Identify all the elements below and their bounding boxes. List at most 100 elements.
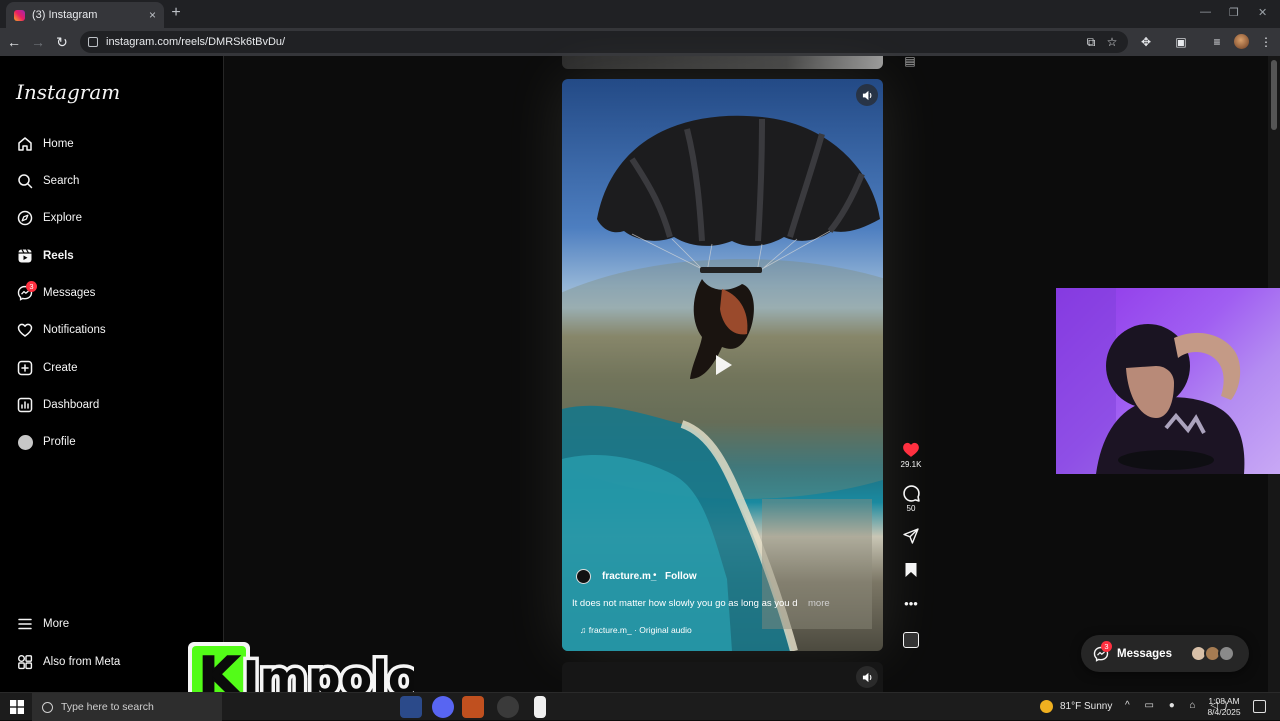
reels-icon [16,247,34,265]
sidebar-item-label: Reels [43,250,74,262]
sidebar-item-label: Dashboard [43,399,100,411]
messages-pill-badge: 3 [1101,640,1112,652]
browser-profile-avatar[interactable] [1234,34,1249,49]
hamburger-menu-icon [16,615,34,633]
tab-title: (3) Instagram [32,9,98,21]
mute-toggle-button[interactable] [856,84,878,106]
taskbar-clock[interactable]: 1:08 AM 8/4/2025 [1204,696,1244,718]
notification-center-icon[interactable] [1253,700,1266,713]
minimize-icon[interactable]: — [1200,6,1211,18]
sidebar-item-label: Profile [43,436,76,448]
sidebar-item-more[interactable]: More [16,612,69,636]
browser-tab[interactable]: (3) Instagram × [6,2,164,28]
sidebar-item-messages[interactable]: 3 Messages [16,281,95,305]
taskbar-search-box[interactable]: Type here to search [32,693,222,721]
instagram-favicon-icon [14,9,25,21]
sidebar-item-home[interactable]: Home [16,132,74,156]
comment-action[interactable]: 50 [899,485,923,513]
reel-author-avatar[interactable] [576,569,591,584]
sidebar-item-also-from-meta[interactable]: Also from Meta [16,650,120,674]
sidebar-item-label: Search [43,175,80,187]
compass-icon [16,209,34,227]
sidebar-item-dashboard[interactable]: Dashboard [16,393,99,417]
tab-close-icon[interactable]: × [149,8,156,22]
save-action[interactable] [899,562,923,578]
audio-label: fracture.m_ · Original audio [588,625,692,635]
discord-icon[interactable] [432,696,454,718]
next-reel-edge [562,662,883,692]
windows-taskbar: Type here to search 81°F Sunny ^ ▭ ● ⌂ ◁… [0,692,1280,721]
like-count: 29.1K [900,460,922,469]
audio-tile-icon[interactable]: ▤ [903,54,917,68]
file-icon[interactable] [534,696,546,718]
messenger-icon: 3 [16,281,37,302]
bookmark-star-icon[interactable]: ☆ [1105,35,1119,49]
share-action[interactable] [899,528,923,544]
weather-text: 81°F Sunny [1060,701,1113,712]
obs-icon[interactable] [497,696,519,718]
browser-tab-bar: (3) Instagram × + — ❐ ✕ [0,0,1280,28]
extensions-icon[interactable]: ✥ [1139,35,1153,49]
play-icon[interactable] [705,348,739,382]
sidebar-item-label: Notifications [43,324,106,336]
dashboard-icon [16,396,34,414]
sidebar-item-label: Home [43,138,74,150]
side-panel-icon[interactable]: ▣ [1174,35,1188,49]
search-icon [42,701,53,713]
sidebar-item-search[interactable]: Search [16,169,79,193]
sidebar-item-label: Create [43,362,78,374]
comment-icon [902,485,920,502]
music-note-icon: ♫ [580,625,589,635]
sidebar-item-label: More [43,618,70,630]
restore-icon[interactable]: ❐ [1229,6,1239,19]
browser-menu-icon[interactable]: ⋮ [1259,35,1273,49]
taskbar-app-icon[interactable] [400,696,422,718]
messages-pill-label: Messages [1117,647,1172,660]
heart-filled-icon [903,442,919,457]
close-window-icon[interactable]: ✕ [1258,6,1267,19]
sun-icon [1040,700,1053,713]
reel-caption: It does not matter how slowly you go as … [572,598,798,609]
back-icon[interactable]: ← [6,34,22,50]
caption-more-link[interactable]: more [808,598,830,609]
new-tab-button[interactable]: + [168,5,184,21]
streamer-webcam-overlay [1056,288,1280,474]
reel-audio-info[interactable]: ♫ fracture.m_ · Original audio [580,625,692,635]
sidebar-item-explore[interactable]: Explore [16,206,82,230]
scrollbar-thumb[interactable] [1271,60,1277,130]
sidebar-item-create[interactable]: Create [16,356,78,380]
bookmark-icon [905,563,917,577]
sidebar-item-notifications[interactable]: Notifications [16,318,106,342]
recent-chats-avatars[interactable] [1190,645,1238,662]
original-audio-thumbnail[interactable] [903,632,919,648]
like-action[interactable]: 29.1K [899,441,923,469]
install-app-icon[interactable]: ⧉ [1084,35,1098,49]
comment-count: 50 [906,504,916,513]
instagram-logo[interactable]: Instagram [16,80,120,104]
browser-toolbar: ← → ↻ instagram.com/reels/DMRSk6tBvDu/ ⧉… [0,28,1280,56]
windows-start-icon[interactable] [10,700,24,714]
more-options-icon[interactable]: ••• [899,596,923,612]
clock-time: 1:08 AM [1208,696,1240,706]
weather-widget[interactable]: 81°F Sunny [1040,700,1112,713]
sidebar-item-reels[interactable]: Reels [16,244,74,268]
address-bar[interactable]: instagram.com/reels/DMRSk6tBvDu/ [80,31,1128,53]
url-text: instagram.com/reels/DMRSk6tBvDu/ [106,36,286,48]
site-info-icon[interactable] [88,37,98,47]
taskbar-app-active-icon[interactable] [462,696,484,718]
taskbar-search-placeholder: Type here to search [61,701,154,713]
sidebar-item-label: Explore [43,212,82,224]
speaker-icon [862,672,871,682]
sidebar-item-profile[interactable]: Profile [16,430,76,454]
home-icon [16,135,34,153]
reload-icon[interactable]: ↻ [54,34,70,50]
grid-apps-icon [16,653,34,671]
webcam-image [1056,288,1245,474]
forward-icon[interactable]: → [30,34,46,50]
follow-button[interactable]: Follow [665,571,697,582]
media-controls-icon[interactable]: ≡ [1210,35,1224,49]
next-reel-mute-button[interactable] [856,666,878,688]
clock-date: 8/4/2025 [1207,707,1241,717]
avatar-icon [16,433,34,451]
reel-author-username[interactable]: fracture.m_ [602,571,656,582]
